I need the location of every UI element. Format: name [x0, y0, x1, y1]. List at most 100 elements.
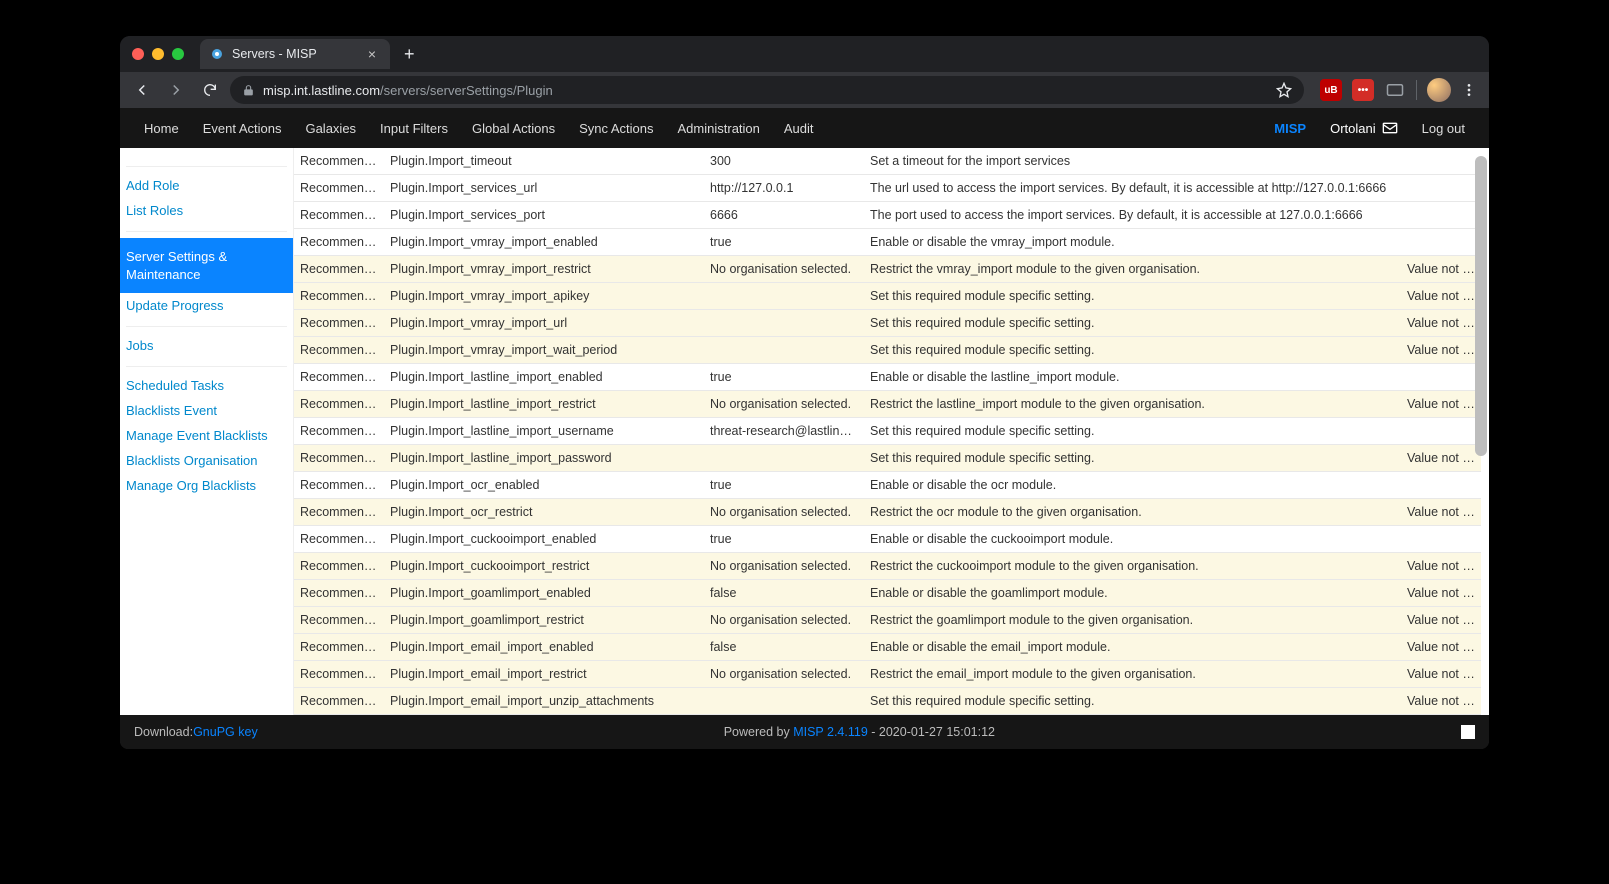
- cell-priority: Recommended: [294, 391, 384, 418]
- minimize-window-button[interactable]: [152, 48, 164, 60]
- browser-menu-button[interactable]: [1461, 82, 1477, 98]
- sidebar-manage-event-bl[interactable]: Manage Event Blacklists: [120, 423, 293, 448]
- cell-setting-value: 6666: [704, 202, 864, 229]
- cell-setting-value: http://127.0.0.1: [704, 175, 864, 202]
- table-row[interactable]: RecommendedPlugin.Import_vmray_import_en…: [294, 229, 1481, 256]
- table-row[interactable]: RecommendedPlugin.Import_services_urlhtt…: [294, 175, 1481, 202]
- browser-window: Servers - MISP × + misp.int.lastline.com…: [120, 36, 1489, 749]
- footer: Download: GnuPG key Powered by MISP 2.4.…: [120, 715, 1489, 749]
- cell-setting-description: Restrict the cuckooimport module to the …: [864, 553, 1401, 580]
- table-row[interactable]: RecommendedPlugin.Import_lastline_import…: [294, 391, 1481, 418]
- bookmark-star-icon[interactable]: [1276, 82, 1292, 98]
- cell-priority: Recommended: [294, 553, 384, 580]
- cell-priority: Recommended: [294, 175, 384, 202]
- sidebar-update-progress[interactable]: Update Progress: [120, 293, 293, 318]
- table-row[interactable]: RecommendedPlugin.Import_email_import_en…: [294, 634, 1481, 661]
- nav-brand[interactable]: MISP: [1274, 121, 1306, 136]
- cell-setting-key: Plugin.Import_vmray_import_url: [384, 310, 704, 337]
- cell-setting-description: Restrict the vmray_import module to the …: [864, 256, 1401, 283]
- cell-priority: Recommended: [294, 472, 384, 499]
- table-row[interactable]: RecommendedPlugin.Import_vmray_import_ap…: [294, 283, 1481, 310]
- table-row[interactable]: RecommendedPlugin.Import_goamlimport_ena…: [294, 580, 1481, 607]
- sidebar-jobs[interactable]: Jobs: [120, 333, 293, 358]
- sidebar-server-settings[interactable]: Server Settings & Maintenance: [120, 238, 293, 293]
- sidebar-blacklists-event[interactable]: Blacklists Event: [120, 398, 293, 423]
- cell-setting-value: true: [704, 472, 864, 499]
- table-row[interactable]: RecommendedPlugin.Import_vmray_import_ur…: [294, 310, 1481, 337]
- nav-administration[interactable]: Administration: [678, 121, 760, 136]
- nav-home[interactable]: Home: [144, 121, 179, 136]
- table-row[interactable]: RecommendedPlugin.Import_lastline_import…: [294, 445, 1481, 472]
- url-text: misp.int.lastline.com/servers/serverSett…: [263, 83, 553, 98]
- cell-setting-value: [704, 310, 864, 337]
- table-row[interactable]: RecommendedPlugin.Import_services_port66…: [294, 202, 1481, 229]
- back-button[interactable]: [128, 76, 156, 104]
- sidebar-list-roles[interactable]: List Roles: [120, 198, 293, 223]
- nav-input-filters[interactable]: Input Filters: [380, 121, 448, 136]
- table-row[interactable]: RecommendedPlugin.Import_ocr_restrictNo …: [294, 499, 1481, 526]
- close-window-button[interactable]: [132, 48, 144, 60]
- vertical-scrollbar[interactable]: [1475, 156, 1487, 456]
- table-row[interactable]: RecommendedPlugin.Import_email_import_un…: [294, 688, 1481, 715]
- cell-setting-key: Plugin.Import_cuckooimport_enabled: [384, 526, 704, 553]
- nav-global-actions[interactable]: Global Actions: [472, 121, 555, 136]
- reload-button[interactable]: [196, 76, 224, 104]
- toolbar-right: uB •••: [1310, 78, 1481, 102]
- nav-user[interactable]: Ortolani: [1330, 121, 1398, 136]
- browser-tab[interactable]: Servers - MISP ×: [200, 39, 390, 69]
- tab-close-button[interactable]: ×: [364, 46, 380, 62]
- footer-gpg-link[interactable]: GnuPG key: [193, 725, 258, 739]
- cell-setting-value: No organisation selected.: [704, 391, 864, 418]
- table-row[interactable]: RecommendedPlugin.Import_ocr_enabledtrue…: [294, 472, 1481, 499]
- cell-setting-description: Set this required module specific settin…: [864, 337, 1401, 364]
- ublock-extension-icon[interactable]: uB: [1320, 79, 1342, 101]
- cell-setting-key: Plugin.Import_email_import_restrict: [384, 661, 704, 688]
- cell-setting-key: Plugin.Import_goamlimport_restrict: [384, 607, 704, 634]
- table-row[interactable]: RecommendedPlugin.Import_cuckooimport_en…: [294, 526, 1481, 553]
- nav-sync-actions[interactable]: Sync Actions: [579, 121, 653, 136]
- cell-setting-key: Plugin.Import_vmray_import_wait_period: [384, 337, 704, 364]
- nav-event-actions[interactable]: Event Actions: [203, 121, 282, 136]
- window-controls: [132, 48, 184, 60]
- footer-download-label: Download:: [134, 725, 193, 739]
- sidebar-add-role[interactable]: Add Role: [120, 173, 293, 198]
- table-row[interactable]: RecommendedPlugin.Import_vmray_import_re…: [294, 256, 1481, 283]
- table-row[interactable]: RecommendedPlugin.Import_vmray_import_wa…: [294, 337, 1481, 364]
- zoom-window-button[interactable]: [172, 48, 184, 60]
- cell-setting-status: [1401, 148, 1481, 175]
- cell-setting-value: No organisation selected.: [704, 553, 864, 580]
- nav-logout[interactable]: Log out: [1422, 121, 1465, 136]
- cell-priority: Recommended: [294, 337, 384, 364]
- table-row[interactable]: RecommendedPlugin.Import_lastline_import…: [294, 364, 1481, 391]
- lastpass-extension-icon[interactable]: •••: [1352, 79, 1374, 101]
- table-row[interactable]: RecommendedPlugin.Import_lastline_import…: [294, 418, 1481, 445]
- cell-setting-key: Plugin.Import_timeout: [384, 148, 704, 175]
- cell-setting-description: Set this required module specific settin…: [864, 445, 1401, 472]
- profile-avatar[interactable]: [1427, 78, 1451, 102]
- cell-priority: Recommended: [294, 364, 384, 391]
- cast-extension-icon[interactable]: [1384, 79, 1406, 101]
- new-tab-button[interactable]: +: [396, 44, 423, 65]
- footer-version-link[interactable]: MISP 2.4.119: [793, 725, 868, 739]
- address-bar[interactable]: misp.int.lastline.com/servers/serverSett…: [230, 76, 1304, 104]
- sidebar-blacklists-org[interactable]: Blacklists Organisation: [120, 448, 293, 473]
- cell-setting-key: Plugin.Import_email_import_enabled: [384, 634, 704, 661]
- footer-timestamp: - 2020-01-27 15:01:12: [871, 725, 995, 739]
- nav-galaxies[interactable]: Galaxies: [305, 121, 356, 136]
- sidebar-manage-org-bl[interactable]: Manage Org Blacklists: [120, 473, 293, 498]
- table-row[interactable]: RecommendedPlugin.Import_cuckooimport_re…: [294, 553, 1481, 580]
- app-navbar: Home Event Actions Galaxies Input Filter…: [120, 108, 1489, 148]
- table-row[interactable]: RecommendedPlugin.Import_goamlimport_res…: [294, 607, 1481, 634]
- sidebar-scheduled-tasks[interactable]: Scheduled Tasks: [120, 373, 293, 398]
- cell-priority: Recommended: [294, 580, 384, 607]
- forward-button[interactable]: [162, 76, 190, 104]
- nav-audit[interactable]: Audit: [784, 121, 814, 136]
- table-row[interactable]: RecommendedPlugin.Import_timeout300Set a…: [294, 148, 1481, 175]
- cell-priority: Recommended: [294, 526, 384, 553]
- cell-setting-value: true: [704, 526, 864, 553]
- cell-setting-key: Plugin.Import_lastline_import_enabled: [384, 364, 704, 391]
- cell-setting-key: Plugin.Import_services_url: [384, 175, 704, 202]
- table-row[interactable]: RecommendedPlugin.Import_email_import_re…: [294, 661, 1481, 688]
- cell-setting-status: [1401, 202, 1481, 229]
- cell-setting-value: No organisation selected.: [704, 607, 864, 634]
